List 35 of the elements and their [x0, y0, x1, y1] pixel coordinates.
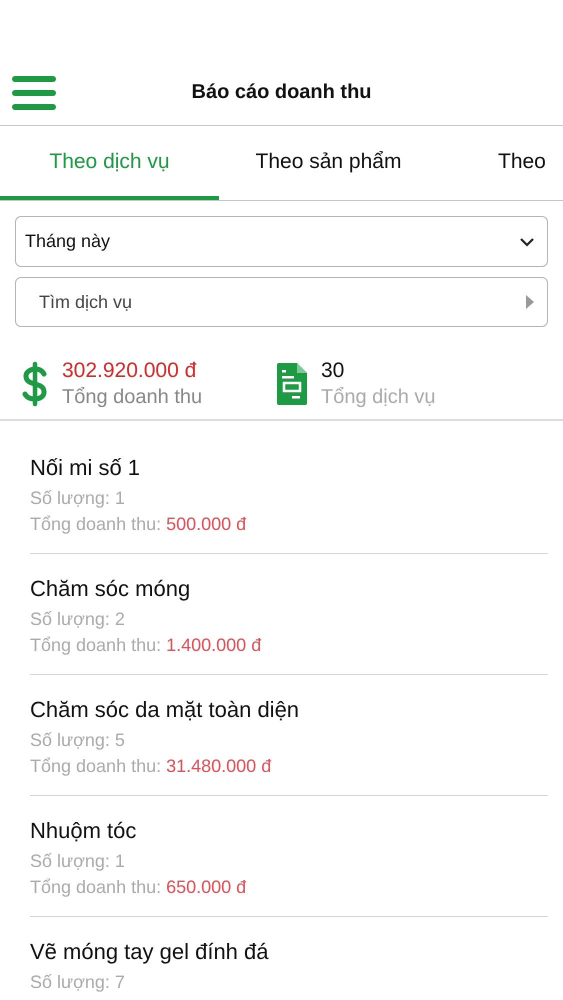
service-row[interactable]: Nhuộm tóc Số lượng: 1 Tổng doanh thu: 650.000 đ: [30, 796, 548, 917]
dollar-icon: [22, 361, 48, 407]
revenue-text: Tổng doanh thu: 500.000 đ: [30, 513, 248, 536]
search-field[interactable]: Tìm dịch vụ: [15, 277, 548, 327]
summary-label: Tổng dịch vụ: [321, 386, 436, 409]
quantity-text: Số lượng: 5: [30, 729, 126, 752]
page-title: Báo cáo doanh thu: [192, 81, 372, 103]
period-dropdown[interactable]: Tháng này: [15, 216, 548, 267]
service-name: Chăm sóc da mặt toàn diện: [30, 697, 300, 723]
tab[interactable]: Theo: [438, 126, 546, 200]
quantity-text: Số lượng: 1: [30, 487, 126, 510]
document-icon: [277, 363, 307, 405]
revenue-text: Tổng doanh thu: 650.000 đ: [30, 876, 248, 899]
service-row[interactable]: Nối mi số 1 Số lượng: 1 Tổng doanh thu: 500.000 đ: [30, 433, 548, 554]
revenue-total: 302.920.000 đ: [62, 359, 198, 383]
quantity-text: Số lượng: 2: [30, 608, 126, 631]
service-row[interactable]: Chăm sóc móng Số lượng: 2 Tổng doanh thu: 1.400.000 đ: [30, 554, 548, 675]
service-name: Chăm sóc móng: [30, 576, 192, 602]
service-name: Nhuộm tóc: [30, 818, 138, 844]
chevron-down-icon: [519, 236, 535, 246]
quantity-text: Số lượng: 7: [30, 971, 126, 994]
menu-icon[interactable]: [12, 74, 56, 112]
service-count: 30: [321, 359, 346, 383]
revenue-text: Tổng doanh thu: 31.480.000 đ: [30, 755, 272, 778]
tab[interactable]: Theo sản phẩm: [219, 126, 438, 200]
service-row[interactable]: Chăm sóc da mặt toàn diện Số lượng: 5 Tổng doanh thu: 31.480.000 đ: [30, 675, 548, 796]
quantity-text: Số lượng: 1: [30, 850, 126, 873]
tab[interactable]: Theo dịch vụ: [0, 126, 219, 200]
search-input[interactable]: Tìm dịch vụ: [25, 290, 525, 314]
triangle-right-icon: [525, 294, 535, 310]
service-row[interactable]: Vẽ móng tay gel đính đá Số lượng: 7: [30, 917, 548, 1000]
summary-label: Tổng doanh thu: [62, 386, 202, 409]
service-name: Vẽ móng tay gel đính đá: [30, 939, 270, 965]
service-name: Nối mi số 1: [30, 455, 142, 481]
revenue-text: Tổng doanh thu: 1.400.000 đ: [30, 634, 262, 657]
